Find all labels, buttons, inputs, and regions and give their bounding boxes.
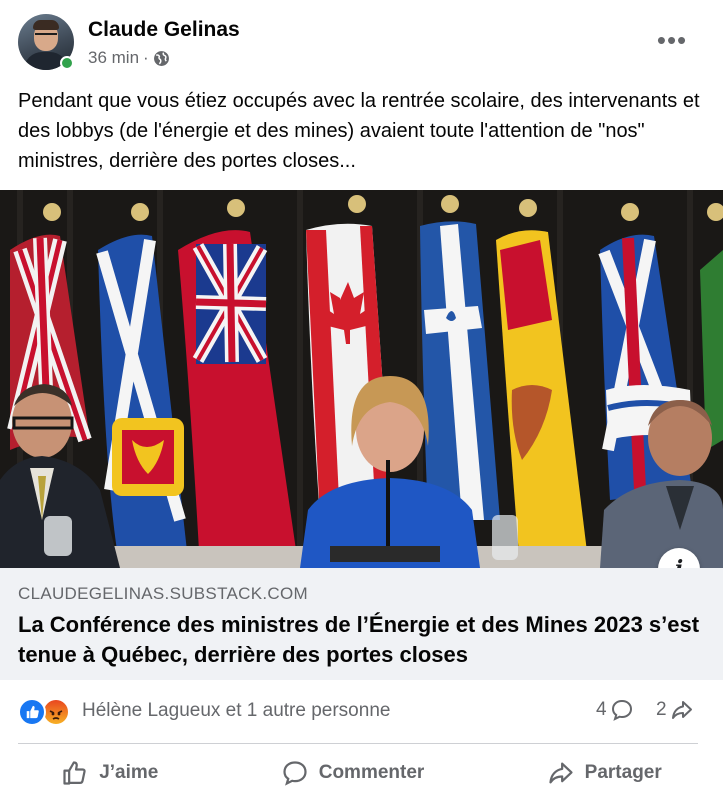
meta-separator: · <box>143 48 149 67</box>
post-time[interactable]: 36 min <box>88 48 139 68</box>
like-button-label: J’aime <box>99 762 159 783</box>
link-preview-image[interactable] <box>0 190 723 568</box>
comment-button-label: Commenter <box>318 762 425 783</box>
share-count[interactable]: 2 <box>656 698 694 722</box>
comment-count-icon <box>611 699 632 721</box>
share-button[interactable]: Partager <box>533 753 676 793</box>
link-domain: CLAUDEGELINAS.SUBSTACK.COM <box>18 584 308 603</box>
like-icon <box>18 698 46 726</box>
post-text: Pendant que vous étiez occupés avec la r… <box>18 90 700 172</box>
thumbs-up-icon <box>63 761 86 785</box>
share-button-label: Partager <box>584 762 662 783</box>
share-count-icon <box>671 701 692 719</box>
avatar[interactable] <box>18 14 74 70</box>
author-name[interactable]: Claude Gelinas <box>88 18 240 42</box>
comment-icon <box>283 761 307 786</box>
like-button[interactable]: J’aime <box>47 753 172 793</box>
link-title[interactable]: La Conférence des ministres de l’Énergie… <box>18 610 708 670</box>
reactions-summary[interactable]: Hélène Lagueux et 1 autre personne <box>82 700 390 722</box>
link-preview-info[interactable]: CLAUDEGELINAS.SUBSTACK.COM La Conférence… <box>0 568 723 680</box>
online-status-dot <box>60 56 74 70</box>
share-icon <box>549 762 573 784</box>
facebook-post-card: Claude Gelinas 36 min · ••• Pendant que … <box>0 0 723 800</box>
post-meta: 36 min · <box>88 48 170 68</box>
angry-icon <box>42 698 70 726</box>
action-bar: J’aime Commenter Partager <box>0 750 723 796</box>
globe-icon[interactable] <box>153 50 170 67</box>
reactions-bar: Hélène Lagueux et 1 autre personne 4 2 <box>0 690 723 734</box>
reaction-icons[interactable] <box>18 698 76 726</box>
more-options-button[interactable]: ••• <box>650 24 694 56</box>
post-header: Claude Gelinas 36 min · ••• <box>0 0 723 80</box>
comment-button[interactable]: Commenter <box>267 753 439 793</box>
share-count-value: 2 <box>656 699 667 720</box>
divider <box>18 743 698 744</box>
comment-count-value: 4 <box>596 699 607 720</box>
comment-count[interactable]: 4 <box>596 698 634 722</box>
